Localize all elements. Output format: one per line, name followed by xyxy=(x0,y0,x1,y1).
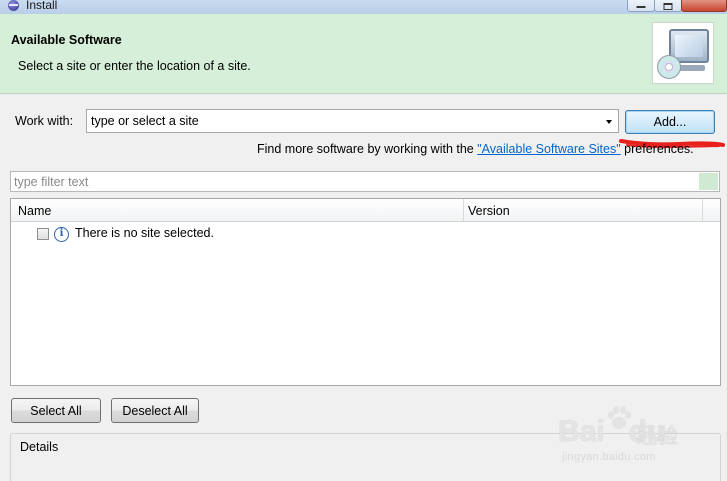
column-header-name[interactable]: Name xyxy=(18,204,51,218)
work-with-label: Work with: xyxy=(15,114,74,128)
maximize-button[interactable] xyxy=(654,0,682,12)
software-tree[interactable]: Name Version i There is no site selected… xyxy=(10,198,721,386)
watermark-brand: 经验 xyxy=(636,424,678,448)
watermark-url: jingyan.baidu.com xyxy=(562,451,656,463)
select-all-button[interactable]: Select All xyxy=(11,398,101,423)
cd-disc-icon xyxy=(657,55,681,79)
window-controls xyxy=(627,0,727,12)
work-with-combo[interactable] xyxy=(86,109,619,133)
paw-icon xyxy=(608,406,631,429)
maximize-icon xyxy=(663,3,673,10)
details-label: Details xyxy=(19,440,60,454)
minimize-icon xyxy=(636,3,646,8)
deselect-all-button[interactable]: Deselect All xyxy=(111,398,199,423)
dropdown-arrow-icon[interactable] xyxy=(606,120,612,124)
window-title: Install xyxy=(26,0,58,12)
column-header-version[interactable]: Version xyxy=(468,204,510,218)
available-software-sites-link[interactable]: "Available Software Sites" xyxy=(477,142,620,156)
banner-subtitle: Select a site or enter the location of a… xyxy=(18,59,251,73)
clear-filter-icon[interactable] xyxy=(699,173,718,190)
row-checkbox[interactable] xyxy=(37,228,49,240)
wizard-banner: Available Software Select a site or ente… xyxy=(0,14,727,94)
install-software-icon xyxy=(652,22,714,84)
info-icon: i xyxy=(54,227,69,242)
minimize-button[interactable] xyxy=(627,0,655,12)
eclipse-icon xyxy=(8,0,19,11)
baidu-jingyan-watermark: Bai du 经验 jingyan.baidu.com xyxy=(558,405,718,469)
title-bar: Install xyxy=(0,0,727,14)
banner-title: Available Software xyxy=(11,33,122,47)
tree-header: Name Version xyxy=(11,199,720,222)
row-text: There is no site selected. xyxy=(75,226,214,240)
add-site-button[interactable]: Add... xyxy=(625,110,715,134)
find-more-text: Find more software by working with the "… xyxy=(257,142,694,156)
close-button[interactable] xyxy=(681,0,727,12)
filter-field[interactable] xyxy=(10,171,720,192)
filter-input[interactable] xyxy=(11,172,691,191)
work-with-input[interactable] xyxy=(87,110,587,132)
